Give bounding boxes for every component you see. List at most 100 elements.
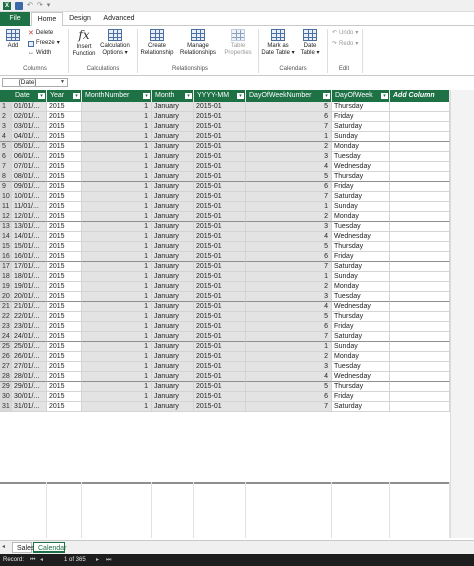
row-number[interactable]: 3 [0, 122, 12, 132]
column-header[interactable]: DayOfWeekNumber ▾ [246, 90, 332, 102]
add-column-cell[interactable] [390, 302, 450, 312]
row-number[interactable]: 9 [0, 182, 12, 192]
undo-icon[interactable]: ↶ [27, 2, 33, 10]
table-cell[interactable]: 2015-01 [194, 302, 246, 312]
table-cell[interactable]: 1 [82, 312, 152, 322]
row-number[interactable]: 23 [0, 322, 12, 332]
table-row[interactable]: 10 10/01/... 2015 1 January 2015-01 7 Saturday [0, 192, 450, 202]
row-number[interactable]: 17 [0, 262, 12, 272]
table-cell[interactable]: 2015 [47, 322, 82, 332]
table-cell[interactable]: 1 [246, 132, 332, 142]
column-header[interactable]: MonthNumber ▾ [82, 90, 152, 102]
table-cell[interactable]: 1 [82, 142, 152, 152]
table-cell[interactable]: Saturday [332, 402, 390, 412]
tab-file[interactable]: File [0, 12, 30, 26]
sheet-nav-icon[interactable]: ◂ [2, 543, 5, 550]
table-row[interactable]: 11 11/01/... 2015 1 January 2015-01 1 Sunday [0, 202, 450, 212]
table-cell[interactable]: Thursday [332, 242, 390, 252]
table-cell[interactable]: 2015-01 [194, 282, 246, 292]
add-column-cell[interactable] [390, 172, 450, 182]
table-cell[interactable]: 2015 [47, 102, 82, 112]
table-cell[interactable]: 3 [246, 362, 332, 372]
table-cell[interactable]: 7 [246, 192, 332, 202]
table-cell[interactable]: Monday [332, 352, 390, 362]
table-cell[interactable]: 01/01/... [12, 102, 47, 112]
table-cell[interactable]: 28/01/... [12, 372, 47, 382]
table-cell[interactable]: 2015-01 [194, 352, 246, 362]
tab-design[interactable]: Design [64, 12, 96, 26]
table-cell[interactable]: Saturday [332, 122, 390, 132]
vertical-scrollbar[interactable] [450, 90, 474, 538]
table-cell[interactable]: 6 [246, 182, 332, 192]
table-cell[interactable]: January [152, 342, 194, 352]
add-column-cell[interactable] [390, 152, 450, 162]
row-number[interactable]: 7 [0, 162, 12, 172]
table-cell[interactable]: 2015-01 [194, 192, 246, 202]
row-number[interactable]: 10 [0, 192, 12, 202]
add-column-cell[interactable] [390, 122, 450, 132]
table-cell[interactable]: 1 [246, 202, 332, 212]
table-cell[interactable]: 2015 [47, 152, 82, 162]
calculation-cell[interactable] [246, 482, 332, 538]
table-cell[interactable]: 2015-01 [194, 222, 246, 232]
table-cell[interactable]: 26/01/... [12, 352, 47, 362]
add-column-cell[interactable] [390, 112, 450, 122]
create-relationship-button[interactable]: Create Relationship [139, 29, 175, 56]
table-cell[interactable]: January [152, 212, 194, 222]
table-cell[interactable]: 1 [82, 322, 152, 332]
table-cell[interactable]: 2015-01 [194, 102, 246, 112]
table-cell[interactable]: 2015 [47, 182, 82, 192]
column-header[interactable]: DayOfWeek ▾ [332, 90, 390, 102]
add-column-cell[interactable] [390, 272, 450, 282]
table-cell[interactable]: 10/01/... [12, 192, 47, 202]
table-row[interactable]: 26 26/01/... 2015 1 January 2015-01 2 Monday [0, 352, 450, 362]
add-column-cell[interactable] [390, 222, 450, 232]
table-cell[interactable]: 23/01/... [12, 322, 47, 332]
add-column-cell[interactable] [390, 402, 450, 412]
table-cell[interactable]: Tuesday [332, 222, 390, 232]
table-cell[interactable]: 1 [82, 292, 152, 302]
table-cell[interactable]: 1 [82, 272, 152, 282]
table-cell[interactable]: Wednesday [332, 372, 390, 382]
add-column-cell[interactable] [390, 342, 450, 352]
tab-home[interactable]: Home [31, 12, 63, 27]
table-cell[interactable]: January [152, 202, 194, 212]
table-cell[interactable]: 2 [246, 352, 332, 362]
table-row[interactable]: 17 17/01/... 2015 1 January 2015-01 7 Saturday [0, 262, 450, 272]
add-column-cell[interactable] [390, 392, 450, 402]
table-cell[interactable]: 29/01/... [12, 382, 47, 392]
table-cell[interactable]: 2015 [47, 382, 82, 392]
table-cell[interactable]: 2015 [47, 222, 82, 232]
table-cell[interactable]: 7 [246, 122, 332, 132]
table-cell[interactable]: 04/01/... [12, 132, 47, 142]
table-cell[interactable]: January [152, 302, 194, 312]
filter-dropdown-icon[interactable]: ▾ [237, 93, 244, 99]
table-cell[interactable]: Sunday [332, 202, 390, 212]
table-cell[interactable]: 7 [246, 332, 332, 342]
table-cell[interactable]: 2015-01 [194, 202, 246, 212]
table-cell[interactable]: 2015-01 [194, 132, 246, 142]
table-cell[interactable]: 2015 [47, 162, 82, 172]
table-row[interactable]: 7 07/01/... 2015 1 January 2015-01 4 Wednesday [0, 162, 450, 172]
table-cell[interactable]: 25/01/... [12, 342, 47, 352]
table-cell[interactable]: 2015 [47, 302, 82, 312]
table-cell[interactable]: 17/01/... [12, 262, 47, 272]
table-cell[interactable]: 2015-01 [194, 252, 246, 262]
table-cell[interactable]: 19/01/... [12, 282, 47, 292]
table-cell[interactable]: 1 [82, 392, 152, 402]
redo-button[interactable]: ↷ Redo ▾ [332, 40, 358, 49]
column-header[interactable]: Year ▾ [47, 90, 82, 102]
table-cell[interactable]: 2015 [47, 212, 82, 222]
table-cell[interactable]: 1 [82, 112, 152, 122]
table-row[interactable]: 3 03/01/... 2015 1 January 2015-01 7 Saturday [0, 122, 450, 132]
row-number[interactable]: 24 [0, 332, 12, 342]
table-cell[interactable]: Wednesday [332, 162, 390, 172]
table-cell[interactable]: 2015-01 [194, 242, 246, 252]
row-number[interactable]: 21 [0, 302, 12, 312]
table-row[interactable]: 20 20/01/... 2015 1 January 2015-01 3 Tuesday [0, 292, 450, 302]
table-cell[interactable]: 24/01/... [12, 332, 47, 342]
table-cell[interactable]: 2015-01 [194, 172, 246, 182]
table-cell[interactable]: 2015-01 [194, 212, 246, 222]
table-cell[interactable]: 5 [246, 242, 332, 252]
table-cell[interactable]: 7 [246, 402, 332, 412]
